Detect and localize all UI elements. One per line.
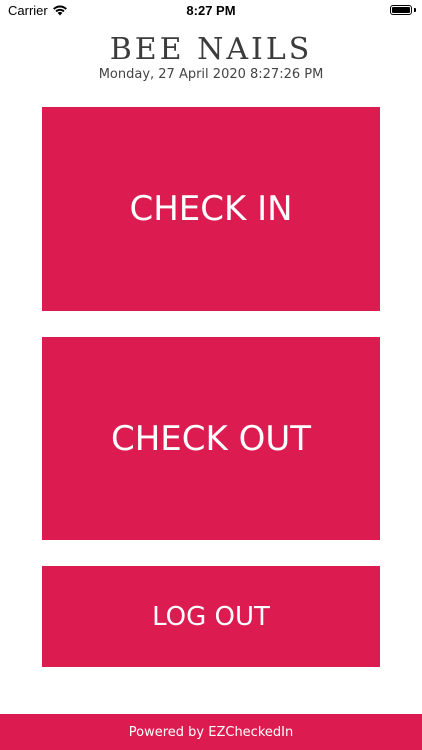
check-in-label: CHECK IN <box>129 189 293 229</box>
footer-banner: Powered by EZCheckedIn <box>0 714 422 750</box>
check-out-button[interactable]: CHECK OUT <box>42 337 380 540</box>
current-datetime: Monday, 27 April 2020 8:27:26 PM <box>98 67 324 82</box>
battery-nub <box>414 8 416 12</box>
battery-level <box>392 7 410 13</box>
status-bar: Carrier 8:27 PM <box>0 0 422 22</box>
page-title: BEE NAILS <box>109 32 313 67</box>
log-out-label: LOG OUT <box>152 601 270 632</box>
status-time: 8:27 PM <box>186 3 236 18</box>
battery-icon <box>390 5 412 15</box>
check-out-label: CHECK OUT <box>110 418 312 459</box>
check-in-button[interactable]: CHECK IN <box>42 107 380 311</box>
powered-by-text: Powered by EZCheckedIn <box>128 724 294 740</box>
log-out-button[interactable]: LOG OUT <box>42 566 380 667</box>
